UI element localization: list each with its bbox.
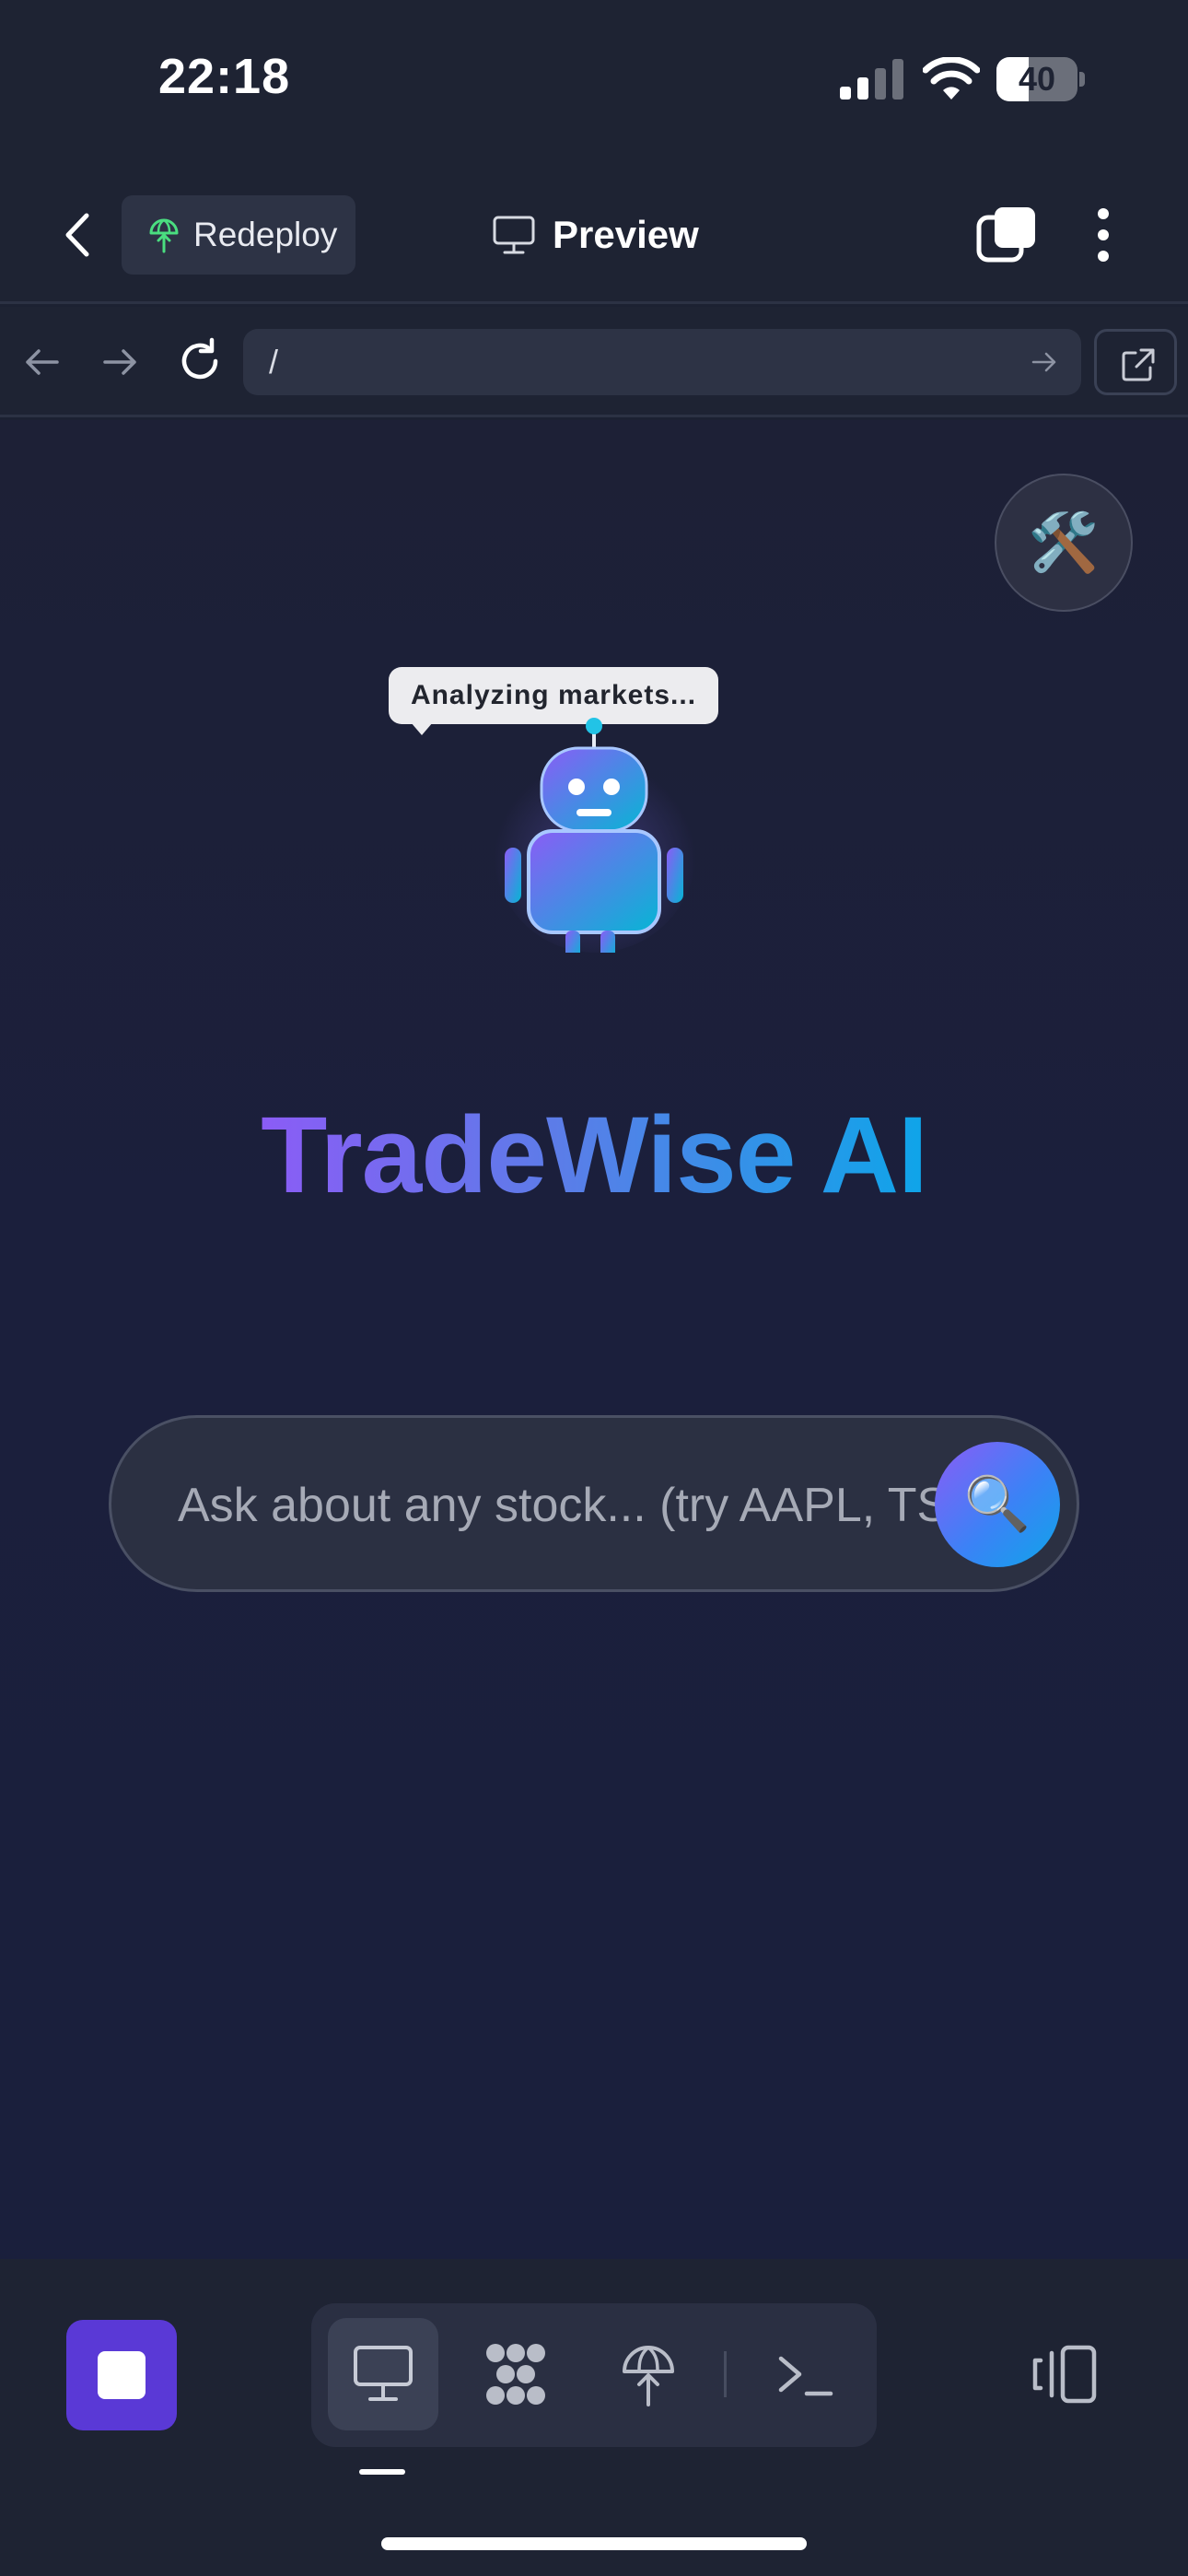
monitor-icon [493,216,535,254]
stop-icon [98,2351,146,2399]
agents-tool-button[interactable] [460,2318,571,2430]
robot-mascot-icon [494,718,696,953]
preview-content: 🛠️ Analyzing markets... TradeWise AI Ask… [0,420,1188,2259]
battery-level: 40 [1018,60,1056,98]
stock-search-input[interactable] [178,1455,1007,1556]
arrow-left-icon[interactable] [22,342,63,382]
app-title-text: TradeWise AI [261,1095,928,1216]
deploy-tool-button[interactable] [593,2318,704,2430]
panel-toggle-icon[interactable] [1030,2342,1100,2406]
reload-icon[interactable] [175,336,225,386]
preview-tool-button[interactable] [328,2318,438,2430]
shell-tool-button[interactable] [750,2318,860,2430]
preview-label: Preview [553,213,699,256]
tools-button[interactable]: 🛠️ [995,474,1133,612]
cellular-signal-icon [840,59,903,100]
redeploy-button[interactable]: Redeploy [122,195,355,275]
wifi-icon [923,57,980,100]
status-time: 22:18 [158,49,291,104]
app-title: TradeWise AI [0,1093,1188,1218]
open-external-button[interactable] [1094,329,1177,395]
external-link-icon [1122,348,1155,381]
url-field[interactable]: / [243,329,1081,395]
stop-button[interactable] [66,2320,177,2430]
deploy-globe-icon [623,2346,674,2406]
arrow-right-icon[interactable] [99,342,140,382]
more-options-button[interactable] [1083,203,1124,267]
battery-icon: 40 [996,57,1085,101]
deploy-globe-icon [149,218,179,253]
network-icon [486,2344,545,2405]
monitor-icon [354,2346,413,2401]
redeploy-label: Redeploy [193,216,338,253]
workspace-tool-group [311,2303,877,2447]
preview-title: Preview [492,203,699,267]
app-header: Redeploy Preview [0,166,1188,304]
url-text: / [269,343,279,381]
status-bar: 22:18 40 [0,0,1188,166]
tabs-button[interactable] [976,205,1039,265]
toolbar-divider [724,2351,727,2397]
search-button[interactable]: 🔍 [935,1442,1060,1567]
home-indicator [381,2537,807,2550]
terminal-icon [778,2356,833,2396]
url-toolbar: / [0,307,1188,417]
bottom-toolbar [0,2259,1188,2576]
speech-bubble-tail [411,722,433,735]
go-arrow-icon[interactable] [1031,351,1057,373]
back-button[interactable] [48,203,107,267]
search-box: 🔍 [109,1415,1079,1592]
active-tab-indicator [359,2469,405,2475]
